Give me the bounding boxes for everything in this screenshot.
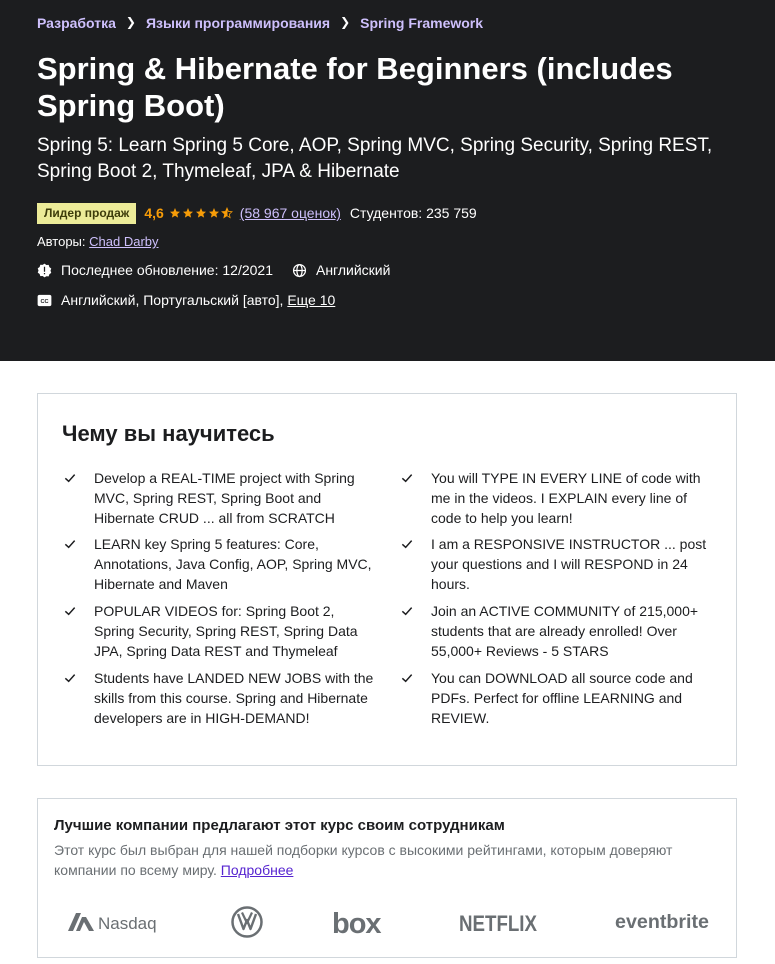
course-language: Английский [315,262,391,278]
authors-line: Авторы: Chad Darby [37,234,159,249]
last-update: Последнее обновление: 12/2021 [61,262,273,278]
learn-item: You can DOWNLOAD all source code and PDF… [401,668,711,728]
eventbrite-logo: eventbrite [615,902,711,942]
learn-item: Join an ACTIVE COMMUNITY of 215,000+ stu… [401,601,711,661]
star-icon [195,207,207,219]
course-header: Разработка ❯ Языки программирования ❯ Sp… [0,0,775,361]
learn-item: I am a RESPONSIVE INSTRUCTOR ... post yo… [401,534,711,594]
chevron-right-icon: ❯ [340,15,351,29]
netflix-logo: NETFLIX [459,902,539,942]
svg-text:eventbrite: eventbrite [615,912,709,933]
captions-languages: Английский, Португальский [авто], [61,292,284,308]
check-icon [62,470,78,486]
bestseller-badge: Лидер продаж [37,202,137,224]
svg-text:box: box [332,908,381,937]
breadcrumb-item-spring-framework[interactable]: Spring Framework [360,15,483,31]
volkswagen-logo [231,902,265,942]
learn-item: POPULAR VIDEOS for: Spring Boot 2, Sprin… [64,601,374,661]
breadcrumb-item-programming-languages[interactable]: Языки программирования [146,15,330,31]
rating-row: Лидер продаж 4,6 (58 967 оценок) Студент… [37,202,477,224]
companies-description: Этот курс был выбран для нашей подборки … [54,842,673,878]
closed-captions-icon: CC [37,293,52,308]
chevron-right-icon: ❯ [125,15,136,29]
nasdaq-logo: Nasdaq [66,902,158,942]
check-icon [62,536,78,552]
companies-title: Лучшие компании предлагают этот курс сво… [54,817,505,834]
learn-section-title: Чему вы научитесь [62,421,275,446]
learn-item: Students have LANDED NEW JOBS with the s… [64,668,374,728]
svg-text:Nasdaq: Nasdaq [98,914,157,933]
breadcrumb: Разработка ❯ Языки программирования ❯ Sp… [37,14,483,32]
box-logo: box [332,902,388,942]
star-icon [169,207,181,219]
check-icon [399,536,415,552]
course-subtitle: Spring 5: Learn Spring 5 Core, AOP, Spri… [37,135,713,182]
students-count: Студентов: 235 759 [349,205,477,221]
star-half-icon [220,207,233,219]
star-icon [182,207,194,219]
check-icon [399,603,415,619]
check-icon [62,603,78,619]
learn-item: LEARN key Spring 5 features: Core, Annot… [64,534,374,594]
svg-text:CC: CC [40,299,48,305]
learn-item: Develop a REAL-TIME project with Spring … [64,468,374,528]
course-title: Spring & Hibernate for Beginners (includ… [37,51,673,123]
rating-stars [169,207,234,219]
svg-text:NETFLIX: NETFLIX [459,911,537,935]
ratings-count-link[interactable]: (58 967 оценок) [240,205,341,221]
what-you-will-learn: Чему вы научитесь Develop a REAL-TIME pr… [37,393,737,766]
rating-score: 4,6 [144,205,164,221]
authors-label: Авторы: [37,234,86,249]
star-icon [208,207,220,219]
learn-item: You will TYPE IN EVERY LINE of code with… [401,468,711,528]
captions-more-link[interactable]: Еще 10 [287,292,335,308]
alert-badge-icon [37,263,52,278]
breadcrumb-item-development[interactable]: Разработка [37,15,116,31]
update-language-row: Последнее обновление: 12/2021 Английский [37,261,390,279]
globe-icon [292,263,307,278]
captions-row: CC Английский, Португальский [авто], Еще… [37,291,335,309]
learn-more-link[interactable]: Подробнее [221,862,294,878]
check-icon [399,670,415,686]
check-icon [62,670,78,686]
check-icon [399,470,415,486]
top-companies-section: Лучшие компании предлагают этот курс сво… [37,798,737,958]
author-link[interactable]: Chad Darby [89,234,158,249]
